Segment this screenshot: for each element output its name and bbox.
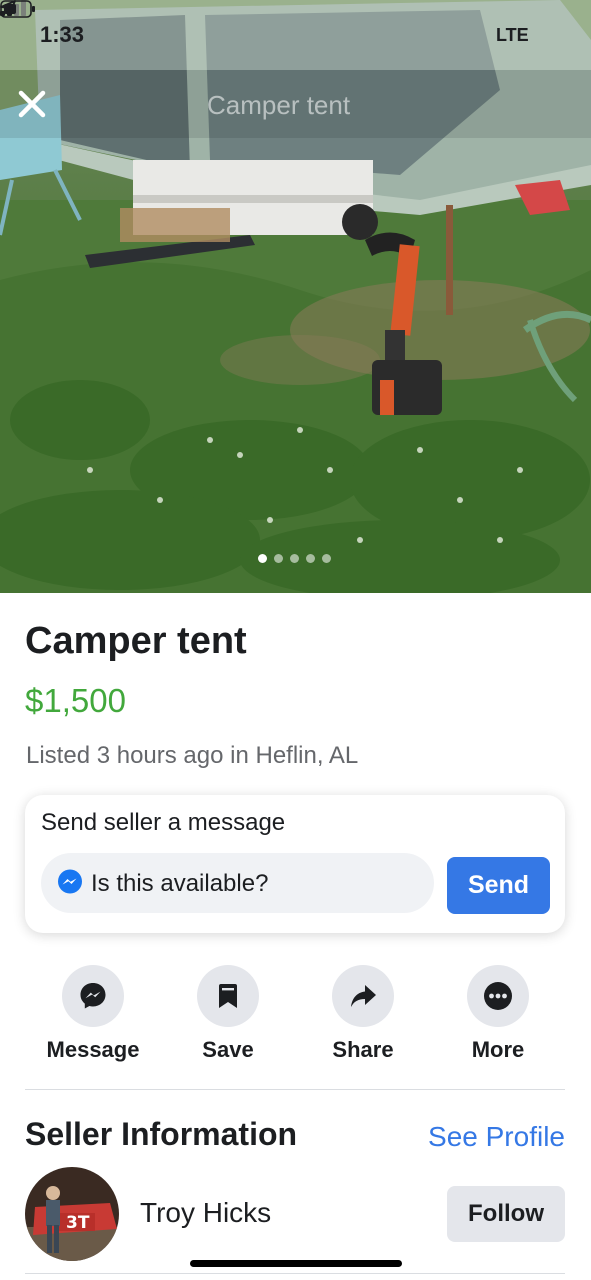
more-action[interactable]: More <box>438 965 558 1063</box>
message-seller-card: Send seller a message Is this available?… <box>25 795 565 933</box>
message-action-label: Message <box>46 1037 140 1062</box>
section-divider <box>25 1089 565 1090</box>
message-action[interactable]: Message <box>33 965 153 1063</box>
seller-info-heading: Seller Information <box>25 1116 298 1152</box>
pager-dot[interactable] <box>322 554 331 563</box>
avatar-number: 3T <box>66 1213 90 1233</box>
save-action-label: Save <box>202 1037 254 1062</box>
pager-dot[interactable] <box>274 554 283 563</box>
message-card-title: Send seller a message <box>41 809 286 836</box>
listing-photo[interactable]: 1:33 LTE Camper tent <box>0 0 591 593</box>
more-dots-icon <box>484 982 512 1010</box>
battery-icon <box>0 0 35 18</box>
listing-meta: Listed 3 hours ago in Heflin, AL <box>26 742 359 769</box>
status-time: 1:33 <box>40 22 85 47</box>
messenger-icon <box>58 869 82 894</box>
bookmark-icon <box>219 984 237 1008</box>
send-button[interactable]: Send <box>447 857 550 914</box>
message-input-text: Is this available? <box>91 870 269 897</box>
more-action-label: More <box>471 1037 525 1062</box>
photo-pager[interactable] <box>258 554 331 563</box>
status-bar: 1:33 LTE <box>0 0 591 70</box>
share-action-label: Share <box>332 1037 394 1062</box>
messenger-icon <box>80 983 106 1009</box>
share-arrow-icon <box>351 985 376 1007</box>
seller-avatar[interactable]: 3T <box>25 1167 119 1261</box>
close-icon <box>18 90 46 118</box>
share-action[interactable]: Share <box>303 965 423 1063</box>
save-action-circle[interactable] <box>197 965 259 1027</box>
home-indicator[interactable] <box>190 1260 402 1267</box>
message-input[interactable]: Is this available? <box>41 853 434 913</box>
avatar-photo: 3T <box>25 1167 119 1261</box>
pager-dot[interactable] <box>258 554 267 563</box>
seller-divider <box>25 1273 565 1274</box>
listing-title: Camper tent <box>25 620 247 662</box>
listing-price: $1,500 <box>25 682 126 719</box>
save-action[interactable]: Save <box>168 965 288 1063</box>
more-action-circle[interactable] <box>467 965 529 1027</box>
network-type: LTE <box>496 25 529 45</box>
pager-dot[interactable] <box>306 554 315 563</box>
follow-button[interactable]: Follow <box>447 1186 565 1242</box>
see-profile-link[interactable]: See Profile <box>428 1121 565 1153</box>
message-action-circle[interactable] <box>62 965 124 1027</box>
share-action-circle[interactable] <box>332 965 394 1027</box>
close-button[interactable] <box>14 86 50 122</box>
photo-overlay-title: Camper tent <box>207 90 351 120</box>
pager-dot[interactable] <box>290 554 299 563</box>
seller-name[interactable]: Troy Hicks <box>140 1197 271 1229</box>
photo-top-bar: Camper tent <box>0 70 591 138</box>
